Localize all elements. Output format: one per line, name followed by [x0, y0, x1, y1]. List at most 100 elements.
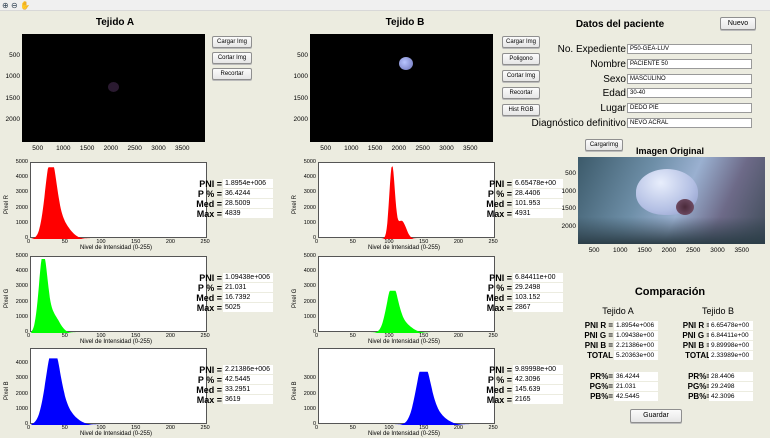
hist-x-label: Nivel de Intensidad (0-255): [80, 339, 153, 345]
hist-y-tick: 1000: [303, 405, 316, 412]
zoom-out-icon[interactable]: ⊖: [11, 1, 18, 10]
x-tick-label: 3000: [710, 247, 725, 254]
y-tick-label: 1500: [293, 94, 308, 102]
image-action-button[interactable]: Recortar: [212, 68, 252, 80]
x-tick-label: 500: [588, 247, 600, 254]
stat-label: Med =: [196, 385, 222, 395]
hist-y-label: Pixel B: [4, 381, 10, 400]
patient-field-input[interactable]: NEVO ACRAL: [627, 118, 752, 128]
compare-label: TOTAL: [587, 351, 613, 360]
y-tick-label: 500: [9, 51, 20, 59]
hist-x-tick: 200: [165, 425, 175, 431]
patient-field-label: Lugar: [600, 103, 626, 115]
x-tick-label: 500: [320, 145, 332, 152]
stat-label: P % =: [197, 189, 222, 199]
hist-y-tick: 3000: [303, 375, 316, 382]
hist-x-tick: 250: [200, 333, 210, 339]
hist-y-tick: 4000: [15, 174, 28, 181]
compare-value: 21.031: [614, 382, 658, 391]
hist-x-label: Nivel de Intensidad (0-255): [80, 245, 153, 251]
hist-y-tick: 4000: [303, 268, 316, 275]
patient-field-label: Sexo: [603, 73, 626, 85]
hist-y-tick: 2000: [15, 298, 28, 305]
hist-x-tick: 250: [488, 239, 498, 245]
patient-field-input[interactable]: MASCULINO: [627, 73, 752, 84]
hist-y-tick: 1000: [15, 313, 28, 320]
compare-label: PNI B =: [584, 341, 613, 350]
stat-value: 3619: [223, 395, 273, 404]
image-action-button[interactable]: Cortar Img: [212, 52, 252, 64]
hist-y-tick: 0: [312, 329, 316, 335]
compare-value: 36.4244: [614, 372, 658, 381]
y-tick-label: 1000: [5, 73, 20, 81]
compare-label: PNI G =: [584, 331, 613, 340]
hist-x-tick: 200: [165, 333, 175, 339]
compare-value: 1.8954e+006: [614, 321, 658, 330]
hist-x-tick: 200: [453, 333, 463, 339]
y-tick-label: 2000: [561, 222, 576, 230]
hist-x-tick: 50: [349, 425, 356, 431]
compare-label: PG%=: [589, 382, 613, 391]
stat-value: 42.3096: [513, 375, 563, 384]
patient-field-input[interactable]: P50-GEA-LUV: [627, 44, 752, 54]
hist-y-label: Pixel R: [4, 194, 10, 214]
stat-label: Max =: [486, 303, 512, 313]
stat-label: P % =: [197, 283, 222, 293]
x-tick-label: 3000: [151, 145, 166, 152]
hist-x-tick: 0: [27, 239, 31, 245]
compare-label: PB%=: [688, 392, 711, 401]
hist-x-tick: 0: [27, 333, 31, 339]
shadow: [578, 217, 765, 244]
original-image: [578, 157, 765, 244]
hist-x-tick: 200: [453, 239, 463, 245]
hist-y-tick: 3000: [15, 283, 28, 290]
compare-value: 5.20363e+00: [614, 351, 658, 360]
stat-value: 5025: [223, 303, 273, 312]
patient-field-input[interactable]: 30-40: [627, 88, 752, 99]
stat-label: Med =: [196, 199, 222, 209]
stat-label: PNI =: [199, 365, 222, 375]
stat-value: 2165: [513, 395, 563, 404]
hist-x-tick: 200: [165, 239, 175, 245]
hist-y-tick: 0: [312, 235, 316, 241]
stat-value: 9.89998e+00: [513, 365, 563, 374]
patient-field-input[interactable]: PACIENTE 50: [627, 58, 752, 69]
stat-value: 36.4244: [223, 189, 273, 198]
stat-label: Med =: [486, 199, 512, 209]
zoom-in-icon[interactable]: ⊕: [2, 1, 9, 10]
x-tick-label: 1500: [79, 145, 95, 152]
stat-label: Med =: [486, 293, 512, 303]
compare-value: 6.65478e+00: [709, 321, 753, 330]
hist-x-label: Nivel de Intensidad (0-255): [368, 339, 441, 345]
stat-label: Med =: [486, 385, 512, 395]
nuevo-button[interactable]: Nuevo: [720, 17, 756, 30]
x-tick-label: 2000: [103, 145, 119, 152]
hist-x-label: Nivel de Intensidad (0-255): [368, 245, 441, 251]
hist-x-tick: 0: [27, 425, 31, 431]
x-tick-label: 1000: [56, 145, 71, 152]
stat-label: Max =: [196, 303, 222, 313]
compare-value: 42.5445: [614, 392, 658, 401]
compare-label: PR%=: [688, 372, 711, 381]
stat-label: Med =: [196, 293, 222, 303]
y-tick-label: 1500: [5, 94, 20, 102]
compare-value: 2.21386e+00: [614, 341, 658, 350]
y-tick-label: 2000: [293, 116, 308, 124]
stat-label: P % =: [487, 375, 512, 385]
patient-field-input[interactable]: DEDO PIE: [627, 103, 752, 114]
hist-y-tick: 4000: [15, 268, 28, 275]
hist-y-tick: 0: [24, 421, 28, 427]
guardar-button[interactable]: Guardar: [630, 409, 682, 423]
x-tick-label: 3500: [734, 247, 750, 254]
compare-label: PNI G =: [682, 331, 711, 340]
image-action-button[interactable]: Cargar Img: [212, 36, 252, 48]
x-tick-label: 1000: [344, 145, 359, 152]
pan-icon[interactable]: ✋: [20, 1, 30, 10]
stat-value: 16.7392: [223, 293, 273, 302]
hist-x-tick: 50: [61, 333, 68, 339]
hist-x-tick: 0: [315, 333, 319, 339]
stat-label: Max =: [196, 395, 222, 405]
y-tick-label: 500: [297, 51, 308, 59]
x-tick-label: 2500: [685, 247, 701, 254]
hist-x-label: Nivel de Intensidad (0-255): [368, 431, 441, 437]
